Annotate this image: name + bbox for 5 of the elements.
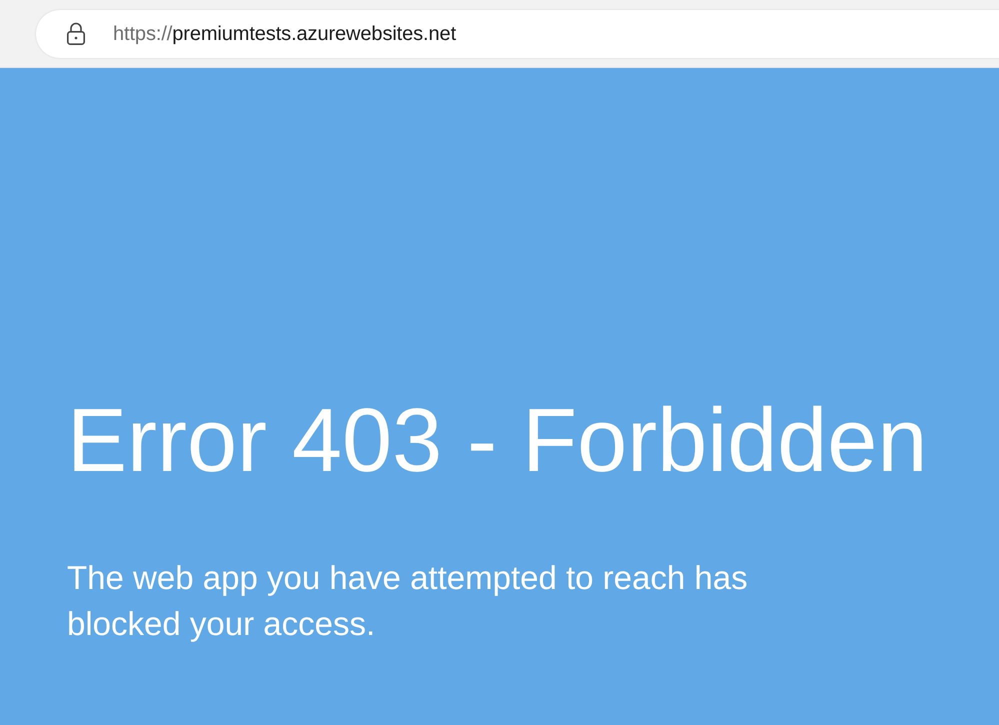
address-bar[interactable]: https://premiumtests.azurewebsites.net [36,10,999,58]
url-text: https://premiumtests.azurewebsites.net [113,22,456,46]
error-title: Error 403 - Forbidden [67,390,928,493]
error-message: The web app you have attempted to reach has blocked your access. [67,558,749,644]
lock-icon [66,22,86,45]
